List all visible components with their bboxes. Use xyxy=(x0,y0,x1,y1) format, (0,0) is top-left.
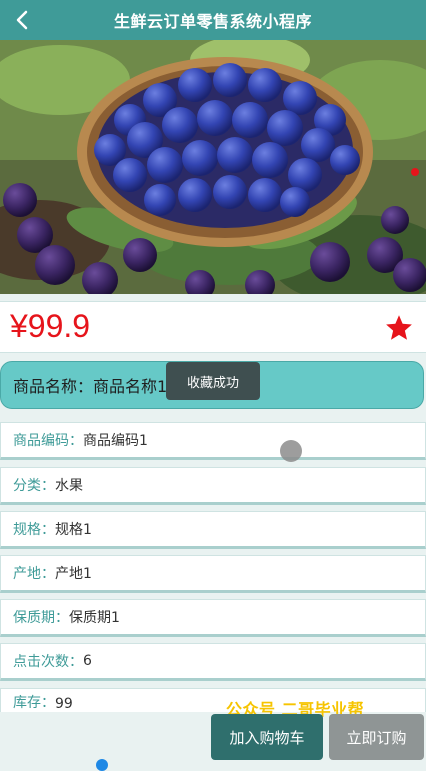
price-row: ¥99.9 xyxy=(0,301,426,353)
back-button[interactable] xyxy=(6,4,38,36)
detail-label: 分类： xyxy=(13,478,55,494)
product-name-label: 商品名称： xyxy=(13,377,94,396)
product-name-value: 商品名称1 xyxy=(93,377,168,396)
detail-value: 保质期1 xyxy=(69,610,120,626)
detail-label: 产地： xyxy=(13,566,55,582)
page-title: 生鲜云订单零售系统小程序 xyxy=(113,12,312,31)
detail-label: 保质期： xyxy=(13,610,69,626)
detail-value: 水果 xyxy=(55,478,83,494)
carousel-indicator[interactable] xyxy=(411,168,419,176)
detail-value: 规格1 xyxy=(55,522,92,538)
detail-label: 商品编码： xyxy=(13,433,83,449)
add-to-cart-button[interactable]: 加入购物车 xyxy=(211,714,323,760)
detail-label: 库存： xyxy=(13,695,55,711)
detail-value: 商品编码1 xyxy=(83,433,148,449)
touch-indicator xyxy=(280,440,302,462)
product-price: ¥99.9 xyxy=(10,308,91,344)
detail-value: 6 xyxy=(83,653,92,669)
order-now-button[interactable]: 立即订购 xyxy=(329,714,424,760)
product-image[interactable] xyxy=(0,40,426,294)
detail-row-code: 商品编码： 商品编码1 xyxy=(0,422,426,460)
toast-message: 收藏成功 xyxy=(166,362,260,400)
app-header: 生鲜云订单零售系统小程序 xyxy=(0,0,426,40)
detail-label: 点击次数： xyxy=(13,654,83,670)
star-icon[interactable] xyxy=(384,313,414,343)
detail-row-origin: 产地： 产地1 xyxy=(0,555,426,593)
detail-row-category: 分类： 水果 xyxy=(0,467,426,505)
detail-label: 规格： xyxy=(13,522,55,538)
scroll-indicator-dot xyxy=(96,759,108,771)
detail-row-clicks: 点击次数： 6 xyxy=(0,643,426,681)
detail-value: 99 xyxy=(55,696,73,712)
detail-row-shelf-life: 保质期： 保质期1 xyxy=(0,599,426,637)
chevron-left-icon xyxy=(16,10,28,30)
detail-value: 产地1 xyxy=(55,566,92,582)
detail-row-spec: 规格： 规格1 xyxy=(0,511,426,549)
